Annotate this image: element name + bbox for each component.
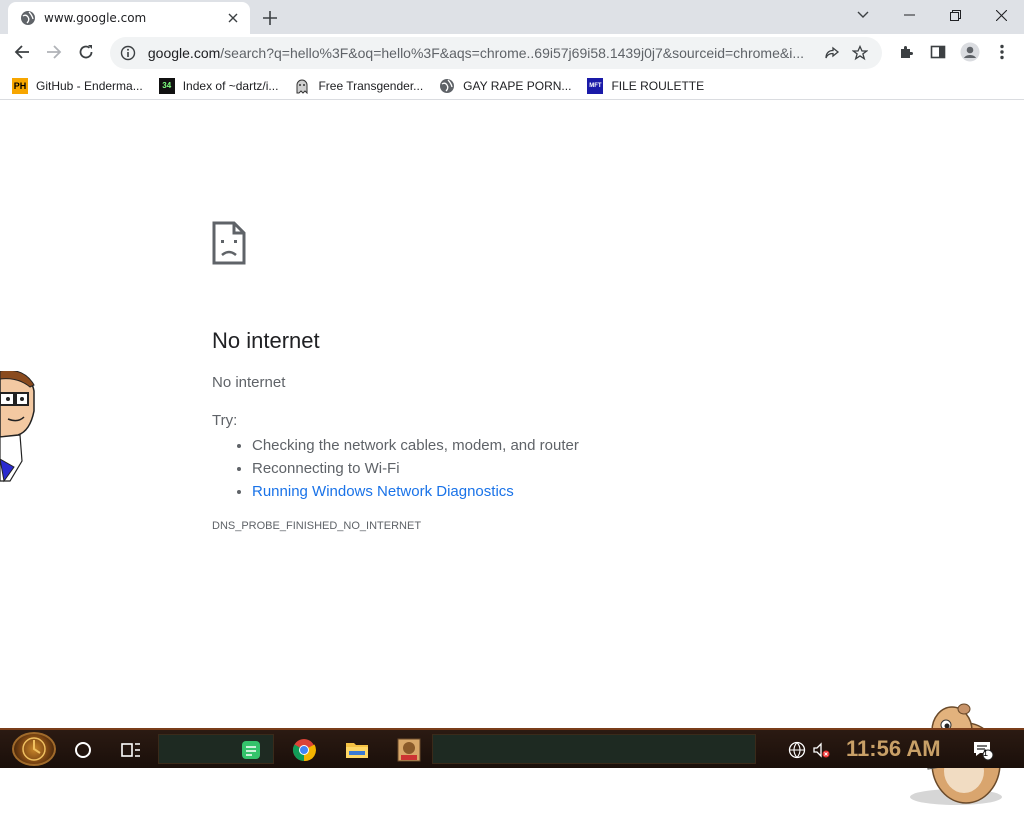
extensions-icon[interactable] [892, 38, 920, 66]
network-globe-icon[interactable] [786, 734, 808, 766]
bookmark-file-roulette[interactable]: MFT FILE ROULETTE [587, 77, 705, 94]
bookmarks-bar: PH GitHub - Enderma... 34 Index of ~dart… [0, 72, 1024, 100]
bookmark-label: GitHub - Enderma... [36, 78, 143, 93]
notes-app-icon[interactable] [236, 734, 266, 766]
back-button[interactable] [8, 38, 36, 66]
notification-count-badge: 1 [983, 748, 989, 758]
url-path: /search?q=hello%3F&oq=hello%3F&aqs=chrom… [220, 45, 804, 61]
close-tab-icon[interactable] [224, 9, 242, 27]
notification-center-icon[interactable]: 1 [970, 734, 996, 766]
tab-strip: www.google.com [0, 0, 1024, 34]
start-button[interactable] [12, 732, 56, 766]
chrome-icon[interactable] [288, 734, 320, 766]
globe-icon [439, 78, 455, 94]
bookmark-label: FILE ROULETTE [611, 78, 705, 93]
ph-icon: PH [12, 77, 28, 94]
taskbar-decor-center [432, 734, 756, 764]
bookmark-label: GAY RAPE PORN... [463, 78, 572, 93]
browser-toolbar: google.com/search?q=hello%3F&oq=hello%3F… [0, 34, 1024, 72]
diagnostics-link[interactable]: Running Windows Network Diagnostics [252, 483, 514, 500]
bookmark-star-icon[interactable] [846, 39, 874, 67]
bookmark-gay-rape-porn[interactable]: GAY RAPE PORN... [439, 78, 571, 94]
address-bar[interactable]: google.com/search?q=hello%3F&oq=hello%3F… [110, 37, 882, 69]
browser-tab[interactable]: www.google.com [8, 2, 250, 34]
share-icon[interactable] [818, 39, 846, 67]
list-item: Running Windows Network Diagnostics [252, 483, 812, 500]
bookmark-free-transgender[interactable]: Free Transgender... [294, 78, 423, 94]
error-heading: No internet [212, 328, 320, 353]
bookmark-label: Free Transgender... [318, 78, 424, 93]
url-host: google.com [147, 45, 221, 61]
profile-avatar-icon[interactable] [956, 38, 984, 66]
url-text[interactable]: google.com/search?q=hello%3F&oq=hello%3F… [148, 45, 818, 61]
restore-button[interactable] [932, 0, 978, 30]
minimize-button[interactable] [886, 0, 932, 30]
bookmark-github[interactable]: PH GitHub - Enderma... [12, 77, 143, 94]
bookmark-label: Index of ~dartz/i... [182, 78, 279, 93]
side-panel-icon[interactable] [924, 38, 952, 66]
mft-icon: MFT [587, 77, 604, 94]
close-window-button[interactable] [978, 0, 1024, 30]
cartoon-character-icon[interactable] [0, 369, 40, 491]
reload-button[interactable] [72, 38, 100, 66]
taskbar: 11:56 AM 1 [0, 728, 1024, 768]
search-circle-icon[interactable] [68, 734, 98, 766]
list-item: Reconnecting to Wi-Fi [252, 460, 812, 477]
suggestions-list: Checking the network cables, modem, and … [212, 437, 812, 500]
error-code: DNS_PROBE_FINISHED_NO_INTERNET [212, 520, 422, 532]
ghost-icon [294, 78, 310, 94]
info-icon[interactable] [118, 43, 138, 63]
new-tab-button[interactable] [258, 6, 282, 30]
tab-title: www.google.com [44, 11, 147, 25]
task-view-icon[interactable] [116, 734, 146, 766]
page-content: No internet No internet Try: Checking th… [0, 101, 1024, 805]
menu-kebab-icon[interactable] [988, 38, 1016, 66]
taskbar-clock[interactable]: 11:56 AM [846, 736, 941, 762]
globe-icon [20, 10, 36, 26]
34-icon: 34 [158, 77, 175, 94]
error-panel: No internet No internet Try: Checking th… [212, 221, 812, 532]
try-label: Try: [212, 412, 238, 429]
tab-search-icon[interactable] [840, 0, 886, 30]
sad-page-icon [212, 221, 246, 265]
volume-muted-icon[interactable] [810, 734, 832, 766]
game-app-icon[interactable] [394, 734, 424, 766]
error-subtitle: No internet [212, 374, 286, 391]
file-explorer-icon[interactable] [342, 734, 372, 766]
list-item: Checking the network cables, modem, and … [252, 437, 812, 454]
forward-button[interactable] [40, 38, 68, 66]
bookmark-index-dartz[interactable]: 34 Index of ~dartz/i... [158, 77, 279, 94]
